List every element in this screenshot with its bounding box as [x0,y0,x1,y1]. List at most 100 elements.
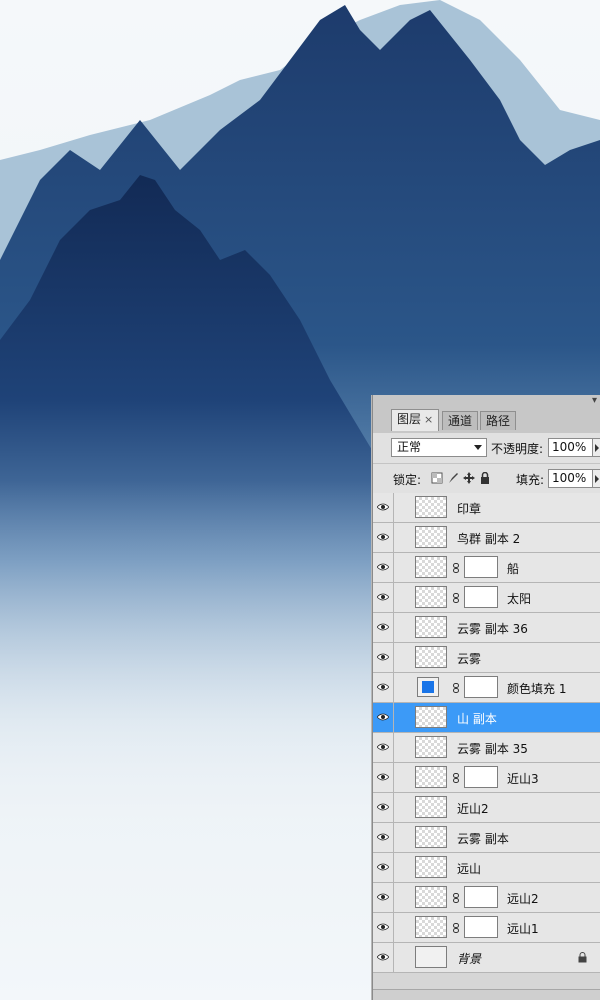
layer-row[interactable]: 云雾 副本 [373,823,600,853]
layer-row[interactable]: 远山 [373,853,600,883]
layer-name: 背景 [457,952,482,966]
eye-icon [377,863,389,871]
blend-mode-select[interactable]: 正常 [391,438,487,457]
link-icon[interactable] [453,772,459,783]
layer-thumbnail[interactable] [415,736,447,758]
layer-name: 远山2 [507,892,539,906]
layer-thumbnail[interactable] [415,856,447,878]
eye-icon [377,533,389,541]
layer-name: 云雾 副本 35 [457,742,528,756]
layer-thumbnail[interactable] [415,496,447,518]
layer-row[interactable]: 船 [373,553,600,583]
layer-visibility-toggle[interactable] [373,703,394,732]
opacity-slider-toggle[interactable] [592,438,600,457]
layer-visibility-toggle[interactable] [373,883,394,912]
layer-visibility-toggle[interactable] [373,943,394,972]
chevron-down-icon [474,445,482,450]
layer-name: 山 副本 [457,712,497,726]
layer-thumbnail[interactable] [415,586,447,608]
panel-menu-icon[interactable]: ▾ [592,395,598,409]
layer-thumbnail[interactable] [415,916,447,938]
layer-visibility-toggle[interactable] [373,613,394,642]
layer-mask-thumbnail[interactable] [464,676,498,698]
layer-mask-thumbnail[interactable] [464,766,498,788]
layer-mask-thumbnail[interactable] [464,916,498,938]
layer-visibility-toggle[interactable] [373,733,394,762]
layer-name: 颜色填充 1 [507,682,567,696]
layer-name: 近山2 [457,802,489,816]
layer-name: 船 [507,562,520,576]
layer-visibility-toggle[interactable] [373,913,394,942]
link-icon[interactable] [453,592,459,603]
layer-thumbnail[interactable] [415,616,447,638]
layer-thumbnail[interactable] [415,766,447,788]
layer-row[interactable]: 近山2 [373,793,600,823]
layer-visibility-toggle[interactable] [373,553,394,582]
lock-image-pixels-icon[interactable] [447,472,459,484]
fill-color-swatch [422,681,434,693]
layer-name: 远山 [457,862,482,876]
layer-visibility-toggle[interactable] [373,793,394,822]
close-icon[interactable]: × [424,413,433,426]
layer-thumbnail[interactable] [415,946,447,968]
layer-row[interactable]: 云雾 [373,643,600,673]
layer-visibility-toggle[interactable] [373,673,394,702]
layer-visibility-toggle[interactable] [373,493,394,522]
layer-visibility-toggle[interactable] [373,583,394,612]
layer-mask-thumbnail[interactable] [464,886,498,908]
layer-thumbnail[interactable] [415,556,447,578]
layer-name: 云雾 副本 36 [457,622,528,636]
fill-color-thumbnail[interactable] [417,677,439,697]
layer-row[interactable]: 太阳 [373,583,600,613]
layer-name: 云雾 副本 [457,832,509,846]
tab-channels[interactable]: 通道 [442,411,479,430]
layer-row[interactable]: 颜色填充 1 [373,673,600,703]
eye-icon [377,593,389,601]
fill-slider-toggle[interactable] [592,469,600,488]
link-icon[interactable] [453,892,459,903]
layer-row[interactable]: 鸟群 副本 2 [373,523,600,553]
lock-all-icon[interactable] [479,472,491,484]
eye-icon [377,803,389,811]
layers-panel: 图层 × 通道 路径 ▾ 正常 不透明度: 100% 锁定: 填充: 100% … [372,395,600,1000]
link-icon[interactable] [453,922,459,933]
eye-icon [377,503,389,511]
eye-icon [377,743,389,751]
layer-mask-thumbnail[interactable] [464,556,498,578]
layer-row[interactable]: 远山2 [373,883,600,913]
layer-visibility-toggle[interactable] [373,763,394,792]
layer-thumbnail[interactable] [415,706,447,728]
layer-thumbnail[interactable] [415,796,447,818]
lock-position-icon[interactable] [463,472,475,484]
layer-visibility-toggle[interactable] [373,853,394,882]
panel-tab-bar: 图层 × 通道 路径 ▾ [373,395,600,433]
layer-name: 印章 [457,502,482,516]
layer-visibility-toggle[interactable] [373,523,394,552]
layer-row[interactable]: 山 副本 [373,703,600,733]
layer-thumbnail[interactable] [415,646,447,668]
layer-thumbnail[interactable] [415,886,447,908]
opacity-field[interactable]: 100% [548,438,594,457]
tab-paths[interactable]: 路径 [480,411,517,430]
layer-row[interactable]: 印章 [373,493,600,523]
layer-row[interactable]: 云雾 副本 35 [373,733,600,763]
layer-visibility-toggle[interactable] [373,823,394,852]
layer-row[interactable]: 远山1 [373,913,600,943]
layer-name: 云雾 [457,652,482,666]
layer-row[interactable]: 近山3 [373,763,600,793]
fill-field[interactable]: 100% [548,469,594,488]
layer-mask-thumbnail[interactable] [464,586,498,608]
blend-options-row: 正常 不透明度: 100% [373,433,600,463]
lock-label: 锁定: [393,473,422,487]
blend-mode-value: 正常 [397,440,422,454]
layer-row[interactable]: 云雾 副本 36 [373,613,600,643]
tab-channels-label: 通道 [448,414,473,428]
link-icon[interactable] [453,562,459,573]
lock-transparent-pixels-icon[interactable] [431,472,443,484]
link-icon[interactable] [453,682,459,693]
layer-thumbnail[interactable] [415,526,447,548]
layer-row[interactable]: 背景 [373,943,600,973]
tab-layers[interactable]: 图层 × [391,409,440,431]
layer-visibility-toggle[interactable] [373,643,394,672]
layer-thumbnail[interactable] [415,826,447,848]
